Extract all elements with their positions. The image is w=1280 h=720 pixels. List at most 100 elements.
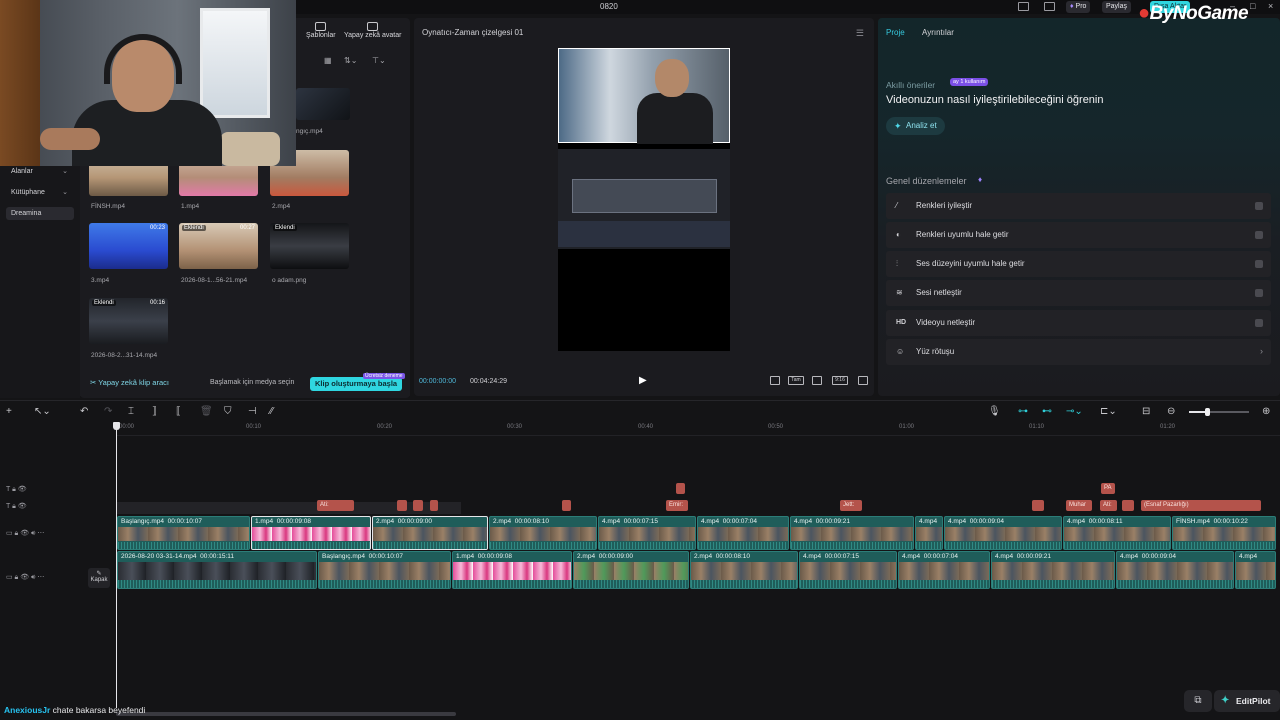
nav-item-kutuphane[interactable]: Kütüphane ⌄ [6,186,74,199]
video-clip[interactable]: 4.mp4 [915,516,943,550]
pro-button[interactable]: ♦ Pro [1066,1,1091,13]
layout-icon[interactable] [1018,2,1029,11]
main-video-clip[interactable]: 4.mp4 00:00:07:15 [799,551,897,589]
main-video-clip[interactable]: 2.mp4 00:00:09:00 [573,551,689,589]
add-icon[interactable]: + [6,406,12,417]
undo-icon[interactable]: ↶ [80,406,88,417]
editpilot-button[interactable]: ✦ EditPilot [1214,690,1280,712]
feedback-icon[interactable]: ⧉ [1184,690,1212,712]
nav-item-alanlar[interactable]: Alanlar ⌄ [6,165,74,178]
option-face-retouch[interactable]: ☺ Yüz rötuşu › [886,339,1271,365]
media-thumb[interactable]: Eklendi 00:16 [89,298,168,344]
option-enhance-colors[interactable]: ⁄ Renkleri iyileştir [886,193,1271,219]
main-video-clip[interactable]: 4.mp4 00:00:07:04 [898,551,990,589]
main-track-magnet-icon[interactable]: ⊶ [1018,406,1028,417]
tab-details[interactable]: Ayrıntılar [922,28,954,37]
toggle-switch[interactable] [1255,289,1263,297]
maximize-icon[interactable]: □ [1250,1,1255,11]
close-icon[interactable]: × [1268,1,1273,11]
toggle-switch[interactable] [1255,260,1263,268]
tab-templates[interactable]: Şablonlar [306,22,336,39]
cover-button[interactable]: ✎ Kapak [88,568,110,588]
zoom-slider[interactable] [1189,408,1249,416]
tab-project[interactable]: Proje [886,28,905,37]
text-clip[interactable]: (Esnaf Pazarlığı) [1141,500,1261,511]
main-video-clip[interactable]: 2.mp4 00:00:08:10 [690,551,798,589]
video-clip[interactable]: 2.mp4 00:00:08:10 [489,516,597,550]
option-enhance-audio[interactable]: ≋ Sesi netleştir [886,280,1271,306]
option-match-volume[interactable]: ⫶ Ses düzeyini uyumlu hale getir [886,251,1271,277]
crop-icon[interactable] [770,376,780,385]
timeline-scrollbar[interactable] [116,712,456,716]
microphone-icon[interactable]: 🎙︎ [988,406,1001,417]
tab-ai-avatar[interactable]: Yapay zekâ avatar [344,22,401,39]
text-clip[interactable] [1032,500,1044,511]
filter-icon[interactable]: ⊤⌄ [372,56,386,65]
split-icon[interactable]: ⌶ [128,406,134,417]
main-video-clip[interactable]: Başlangıç.mp4 00:00:10:07 [318,551,451,589]
media-thumb[interactable]: Eklendi 00:27 [179,223,258,269]
text-clip[interactable] [1122,500,1134,511]
media-thumb[interactable]: Eklendi [270,223,349,269]
playhead-handle[interactable] [113,422,120,430]
video-track-header[interactable]: ▭ 🔒︎ 👁︎ 🔊︎ ⋯ [6,529,44,538]
main-video-clip[interactable]: 4.mp4 [1235,551,1276,589]
option-enhance-video[interactable]: HD Videoyu netleştir [886,310,1271,336]
link-icon[interactable]: ⊸⌄ [1066,406,1083,417]
keyboard-icon[interactable] [1044,2,1055,11]
text-clip[interactable] [413,500,423,511]
option-match-colors[interactable]: ◐ Renkleri uyumlu hale getir [886,222,1271,248]
select-tool-icon[interactable]: ↖⌄ [34,406,51,417]
auto-snap-icon[interactable]: ⊷ [1042,406,1052,417]
playhead[interactable] [116,422,117,708]
video-clip[interactable]: 4.mp4 00:00:09:21 [790,516,914,550]
play-icon[interactable]: ▶ [639,375,647,386]
media-thumb[interactable]: 00:23 [89,223,168,269]
fit-screen-icon[interactable] [812,376,822,385]
ai-clip-tool-button[interactable]: ✂ Yapay zekâ klip aracı [90,378,169,387]
view-grid-icon[interactable]: ▦ [324,56,332,65]
main-video-clip[interactable]: 1.mp4 00:00:09:08 [452,551,572,589]
preview-canvas[interactable] [558,48,730,351]
video-clip[interactable]: Başlangıç.mp4 00:00:10:07 [117,516,250,550]
main-track-header[interactable]: ▭ 🔒︎ 👁︎ 🔊︎ ⋯ [6,573,44,582]
toggle-switch[interactable] [1255,202,1263,210]
share-button[interactable]: Paylaş [1102,1,1132,13]
analyze-button[interactable]: ✦ Analiz et [886,117,945,135]
redo-icon[interactable]: ↷ [104,406,112,417]
main-video-clip[interactable]: 4.mp4 00:00:09:21 [991,551,1115,589]
text-clip[interactable] [430,500,438,511]
video-clip[interactable]: 4.mp4 00:00:07:15 [598,516,696,550]
full-button[interactable]: Tam [788,376,804,385]
text-clip[interactable]: Muhar [1066,500,1092,511]
video-clip[interactable]: FİNSH.mp4 00:00:10:22 [1172,516,1276,550]
video-clip[interactable]: 2.mp4 00:00:09:00 [372,516,488,550]
text-clip[interactable] [397,500,407,511]
magic-icon[interactable]: ⁄⁄ [270,406,273,417]
toggle-switch[interactable] [1255,231,1263,239]
text-clip[interactable]: PA [1101,483,1115,494]
main-video-clip[interactable]: 4.mp4 00:00:09:04 [1116,551,1234,589]
split-left-icon[interactable]: ⟧ [152,406,157,417]
toggle-switch[interactable] [1255,319,1263,327]
nav-item-dreamina[interactable]: Dreamina [6,207,74,220]
zoom-out-icon[interactable]: ⊖ [1167,406,1175,417]
create-clip-button[interactable]: Klip oluşturmaya başla [310,377,403,391]
text-clip[interactable]: Ati: [1100,500,1117,511]
timeline[interactable]: 00:00 00:10 00:20 00:30 00:40 00:50 01:0… [0,422,1280,720]
text-clip[interactable] [562,500,571,511]
text-track-header[interactable]: T 🔒︎ 👁︎ [6,502,27,511]
sort-icon[interactable]: ⇅⌄ [344,56,357,65]
fullscreen-icon[interactable] [858,376,868,385]
zoom-slider-knob[interactable] [1205,408,1210,416]
video-clip[interactable]: 1.mp4 00:00:09:08 [251,516,371,550]
preview-axis-icon[interactable]: ⊏⌄ [1100,406,1117,417]
video-clip[interactable]: 4.mp4 00:00:07:04 [697,516,789,550]
text-clip[interactable]: Jett: [840,500,862,511]
video-clip[interactable]: 4.mp4 00:00:08:11 [1063,516,1171,550]
zoom-in-icon[interactable]: ⊕ [1262,406,1270,417]
text-track-header[interactable]: T 🔒︎ 👁︎ [6,485,27,494]
freeze-icon[interactable]: ⊣ [248,406,257,417]
text-clip[interactable]: Ati: [317,500,354,511]
media-thumb[interactable] [296,88,350,120]
